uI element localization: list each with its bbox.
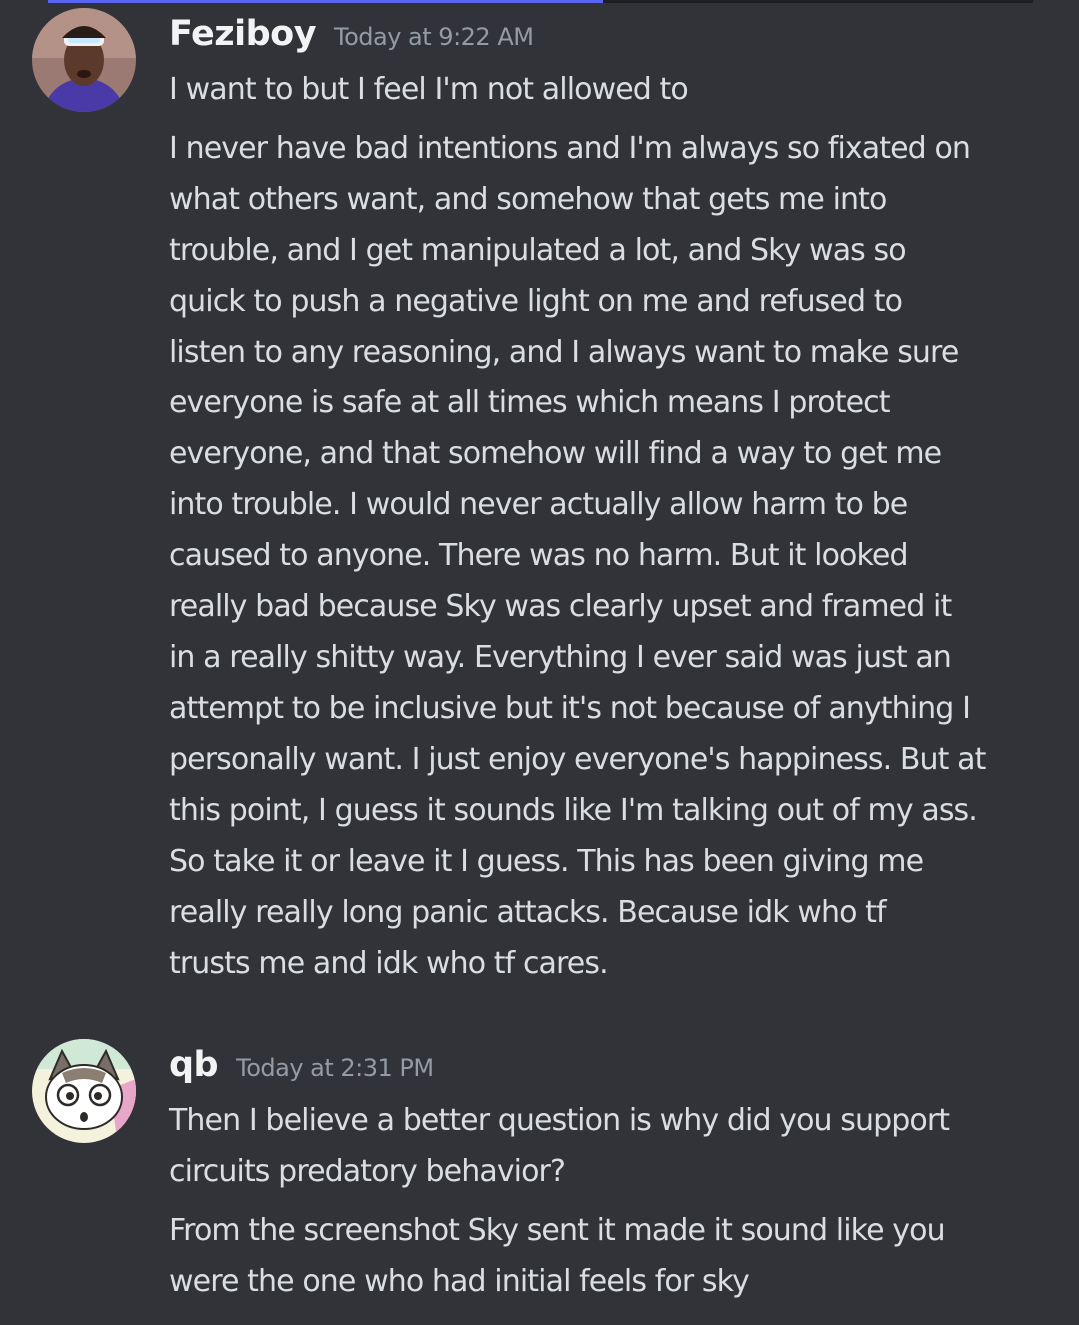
avatar[interactable] bbox=[32, 8, 136, 112]
message-line: So take it or leave it I guess. This has… bbox=[169, 844, 924, 879]
message-line: really really long panic attacks. Becaus… bbox=[169, 895, 887, 930]
message-line: what others want, and somehow that gets … bbox=[169, 182, 887, 217]
message-line: really bad because Sky was clearly upset… bbox=[169, 589, 952, 624]
user-avatar-icon bbox=[32, 8, 136, 112]
message-line: quick to push a negative light on me and… bbox=[169, 284, 903, 319]
message-line: into trouble. I would never actually all… bbox=[169, 487, 908, 522]
timestamp: Today at 9:22 AM bbox=[334, 23, 534, 51]
scroll-indicator bbox=[48, 0, 1033, 3]
message-line: in a really shitty way. Everything I eve… bbox=[169, 640, 952, 675]
message-line: attempt to be inclusive but it's not bec… bbox=[169, 691, 971, 726]
message-line: personally want. I just enjoy everyone's… bbox=[169, 742, 986, 777]
message-line: everyone, and that somehow will find a w… bbox=[169, 436, 942, 471]
message-line: I want to but I feel I'm not allowed to bbox=[169, 72, 689, 107]
author-name[interactable]: Feziboy bbox=[169, 14, 317, 54]
message-line: this point, I guess it sounds like I'm t… bbox=[169, 793, 978, 828]
scroll-indicator-fill bbox=[48, 0, 603, 3]
cat-avatar-icon bbox=[32, 1039, 136, 1143]
message-header: Feziboy Today at 9:22 AM bbox=[169, 14, 534, 70]
message-qb: qb Today at 2:31 PM Then I believe a bett… bbox=[0, 1039, 1079, 1315]
avatar[interactable] bbox=[32, 1039, 136, 1143]
message-line: trouble, and I get manipulated a lot, an… bbox=[169, 233, 907, 268]
message-line: From the screenshot Sky sent it made it … bbox=[169, 1213, 946, 1248]
message-line: listen to any reasoning, and I always wa… bbox=[169, 335, 959, 370]
message-feziboy: Feziboy Today at 9:22 AM I want to but I … bbox=[0, 8, 1079, 994]
message-line: Then I believe a better question is why … bbox=[169, 1103, 950, 1138]
timestamp: Today at 2:31 PM bbox=[236, 1054, 434, 1082]
message-line: I never have bad intentions and I'm alwa… bbox=[169, 131, 971, 166]
message-line: caused to anyone. There was no harm. But… bbox=[169, 538, 908, 573]
author-name[interactable]: qb bbox=[169, 1045, 219, 1085]
message-line: were the one who had initial feels for s… bbox=[169, 1264, 750, 1299]
message-line: circuits predatory behavior? bbox=[169, 1154, 566, 1189]
message-line: trusts me and idk who tf cares. bbox=[169, 946, 609, 981]
message-line: everyone is safe at all times which mean… bbox=[169, 385, 891, 420]
message-header: qb Today at 2:31 PM bbox=[169, 1045, 434, 1101]
